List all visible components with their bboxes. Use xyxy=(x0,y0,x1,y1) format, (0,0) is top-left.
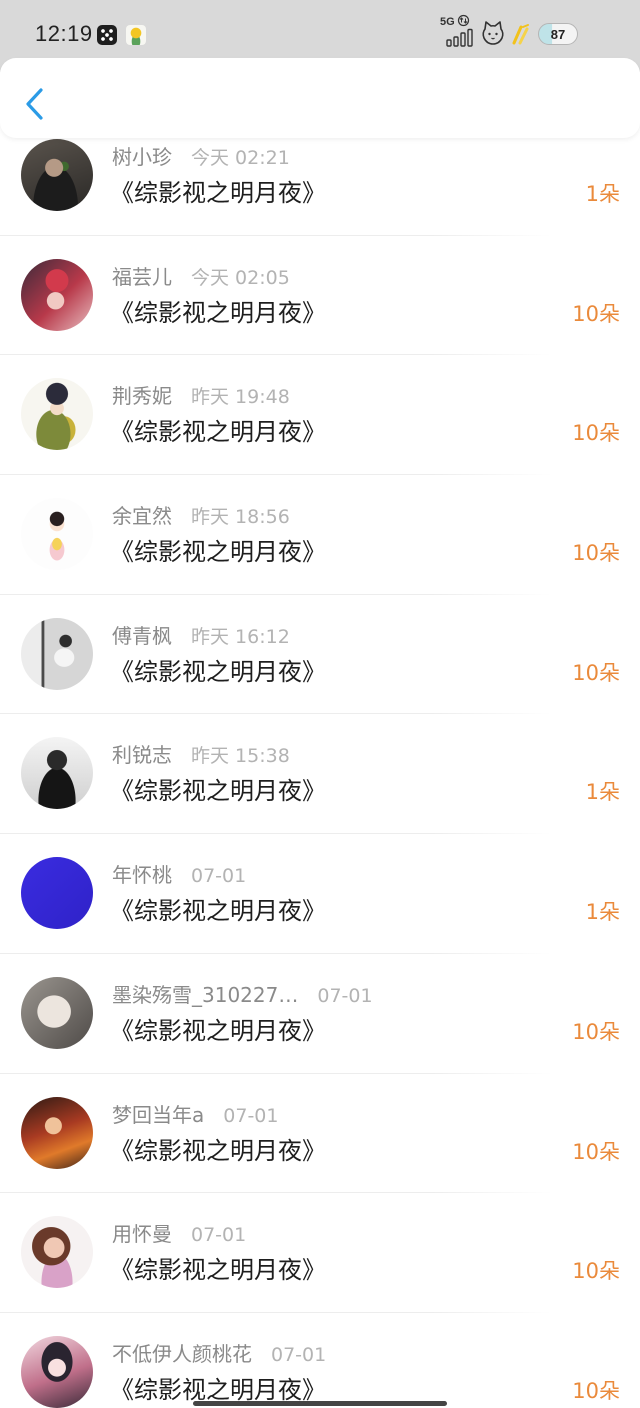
gift-time: 昨天 15:38 xyxy=(191,745,290,768)
gift-time: 昨天 16:12 xyxy=(191,625,290,648)
data-activity-icon xyxy=(457,14,470,27)
gift-amount: 10朵 xyxy=(572,1259,620,1284)
user-name: 福芸儿 xyxy=(112,264,172,289)
list-item[interactable]: 利锐志 昨天 15:38 《综影视之明月夜》 1朵 xyxy=(0,714,640,835)
avatar[interactable] xyxy=(21,1216,93,1289)
page-header xyxy=(0,58,640,138)
work-title: 《综影视之明月夜》 xyxy=(110,538,326,567)
avatar[interactable] xyxy=(21,857,93,930)
row-meta: 利锐志 昨天 15:38 xyxy=(112,743,290,767)
work-title: 《综影视之明月夜》 xyxy=(110,1016,326,1045)
back-button[interactable] xyxy=(14,82,54,126)
work-title: 《综影视之明月夜》 xyxy=(110,657,326,686)
work-title: 《综影视之明月夜》 xyxy=(110,897,326,926)
row-meta: 树小珍 今天 02:21 xyxy=(112,145,290,169)
avatar[interactable] xyxy=(21,1096,93,1169)
work-title: 《综影视之明月夜》 xyxy=(110,777,326,806)
gift-time: 今天 02:21 xyxy=(191,147,290,169)
avatar[interactable] xyxy=(21,617,93,690)
signal-icon xyxy=(446,28,473,47)
user-name: 荆秀妮 xyxy=(112,384,172,409)
row-meta: 用怀曼 07-01 xyxy=(112,1222,246,1246)
avatar[interactable] xyxy=(21,378,93,451)
avatar[interactable] xyxy=(21,258,93,331)
gift-amount: 10朵 xyxy=(572,1139,620,1164)
gift-time: 昨天 19:48 xyxy=(191,386,290,409)
list-item[interactable]: 年怀桃 07-01 《综影视之明月夜》 1朵 xyxy=(0,834,640,954)
feather-icon xyxy=(512,24,529,45)
gift-amount: 1朵 xyxy=(585,900,620,925)
user-name: 余宜然 xyxy=(112,504,172,529)
row-meta: 墨染殇雪_310227… 07-01 xyxy=(112,983,373,1007)
avatar[interactable] xyxy=(21,139,93,211)
gift-amount: 10朵 xyxy=(572,660,620,685)
gift-amount: 1朵 xyxy=(585,182,620,206)
gift-amount: 10朵 xyxy=(572,1378,620,1403)
user-name: 利锐志 xyxy=(112,743,172,768)
row-meta: 不低伊人颜桃花 07-01 xyxy=(112,1342,326,1366)
list-item[interactable]: 傅青枫 昨天 16:12 《综影视之明月夜》 10朵 xyxy=(0,595,640,715)
gift-time: 07-01 xyxy=(317,984,373,1007)
list-item[interactable]: 不低伊人颜桃花 07-01 《综影视之明月夜》 10朵 xyxy=(0,1313,640,1408)
gift-time: 昨天 18:56 xyxy=(191,506,290,529)
app-notification-icon xyxy=(97,25,117,45)
avatar[interactable] xyxy=(21,1335,93,1408)
user-name: 年怀桃 xyxy=(112,863,172,888)
work-title: 《综影视之明月夜》 xyxy=(110,298,326,327)
user-name: 不低伊人颜桃花 xyxy=(112,1341,252,1366)
gift-record-list: 树小珍 今天 02:21 《综影视之明月夜》 1朵 福芸儿 今天 02:05 《综影… xyxy=(0,116,640,1408)
list-item[interactable]: 墨染殇雪_310227… 07-01 《综影视之明月夜》 10朵 xyxy=(0,954,640,1074)
list-item[interactable]: 余宜然 昨天 18:56 《综影视之明月夜》 10朵 xyxy=(0,475,640,595)
row-meta: 荆秀妮 昨天 19:48 xyxy=(112,384,290,408)
chevron-left-icon xyxy=(26,88,43,120)
row-meta: 梦回当年a 07-01 xyxy=(112,1103,278,1127)
home-indicator[interactable] xyxy=(193,1401,447,1406)
user-name: 用怀曼 xyxy=(112,1222,172,1247)
gift-amount: 10朵 xyxy=(572,541,620,566)
battery-level: 87 xyxy=(550,27,566,42)
user-name: 墨染殇雪_310227… xyxy=(112,982,299,1007)
row-meta: 福芸儿 今天 02:05 xyxy=(112,265,290,289)
work-title: 《综影视之明月夜》 xyxy=(110,1136,326,1165)
avatar[interactable] xyxy=(21,498,93,571)
avatar[interactable] xyxy=(21,737,93,810)
gift-time: 07-01 xyxy=(223,1104,279,1127)
user-name: 树小珍 xyxy=(112,145,172,169)
network-type-label: 5G xyxy=(440,16,455,28)
list-item[interactable]: 福芸儿 今天 02:05 《综影视之明月夜》 10朵 xyxy=(0,236,640,356)
app-notification-icon xyxy=(126,25,146,45)
gift-time: 07-01 xyxy=(191,1224,247,1247)
gift-amount: 10朵 xyxy=(572,421,620,446)
list-item[interactable]: 梦回当年a 07-01 《综影视之明月夜》 10朵 xyxy=(0,1074,640,1194)
work-title: 《综影视之明月夜》 xyxy=(110,179,326,207)
status-time: 12:19 xyxy=(35,21,93,46)
gift-time: 今天 02:05 xyxy=(191,266,290,289)
row-meta: 年怀桃 07-01 xyxy=(112,863,246,887)
pet-icon xyxy=(482,21,504,45)
gift-amount: 10朵 xyxy=(572,301,620,326)
gift-amount: 1朵 xyxy=(585,780,620,805)
row-meta: 傅青枫 昨天 16:12 xyxy=(112,624,290,648)
avatar[interactable] xyxy=(21,976,93,1049)
battery-icon: 87 xyxy=(538,23,578,45)
list-item[interactable]: 用怀曼 07-01 《综影视之明月夜》 10朵 xyxy=(0,1193,640,1313)
work-title: 《综影视之明月夜》 xyxy=(110,418,326,447)
gift-time: 07-01 xyxy=(191,865,247,888)
user-name: 梦回当年a xyxy=(112,1102,205,1127)
work-title: 《综影视之明月夜》 xyxy=(110,1256,326,1285)
gift-amount: 10朵 xyxy=(572,1019,620,1044)
row-meta: 余宜然 昨天 18:56 xyxy=(112,504,290,528)
gift-time: 07-01 xyxy=(271,1343,327,1366)
user-name: 傅青枫 xyxy=(112,623,172,648)
list-item[interactable]: 荆秀妮 昨天 19:48 《综影视之明月夜》 10朵 xyxy=(0,355,640,476)
